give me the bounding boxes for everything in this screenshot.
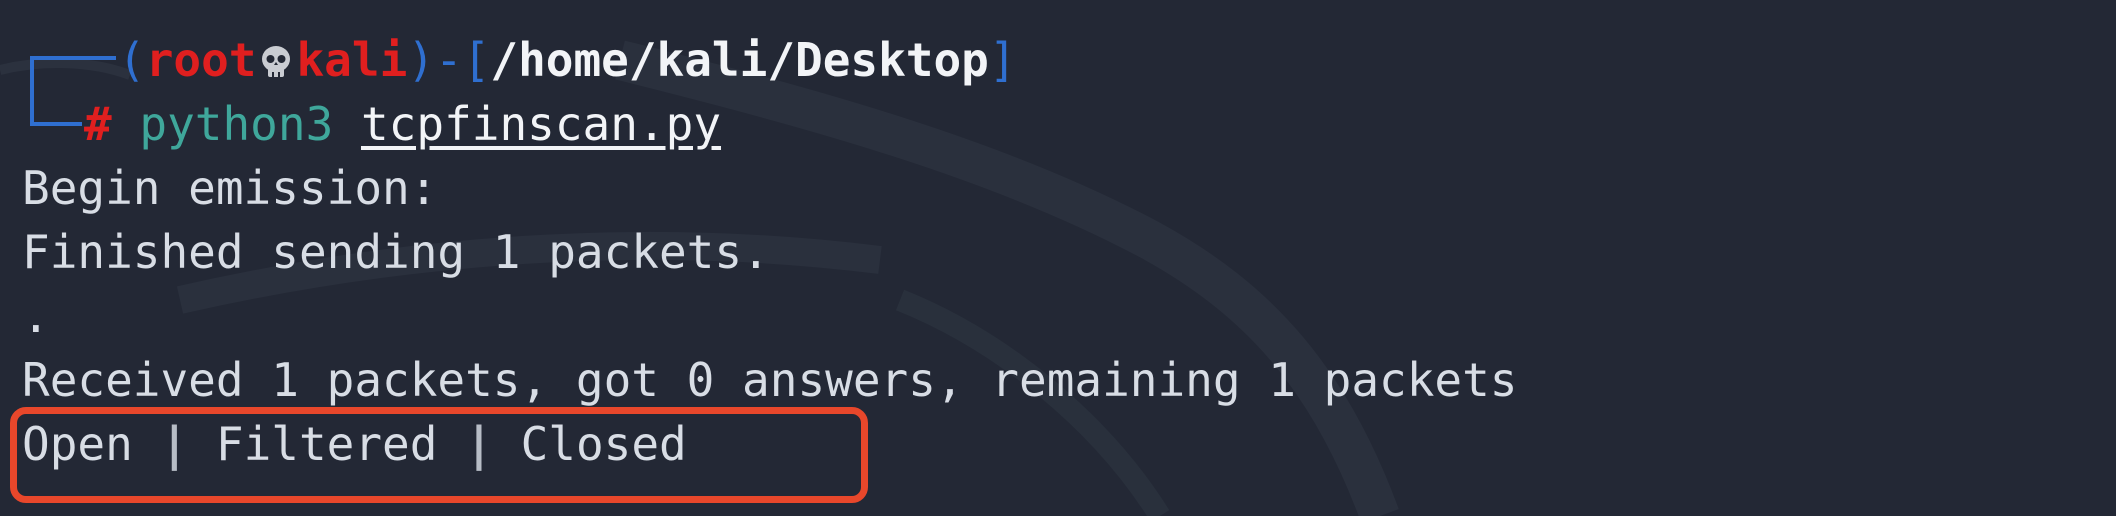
prompt-open-paren: ( (118, 33, 146, 87)
prompt-hash: # (84, 97, 112, 151)
prompt-open-bracket: [ (462, 33, 491, 87)
output-line-begin: Begin emission: (22, 161, 438, 215)
terminal-window[interactable]: (root kali)-[/home/kali/Desktop] # python… (0, 0, 2116, 516)
prompt-frame-left (30, 56, 34, 126)
prompt-close-paren: ) (407, 33, 435, 87)
prompt-command-line: # python3 tcpfinscan.py (84, 92, 721, 156)
prompt-path: /home/kali/Desktop (490, 33, 989, 87)
prompt-frame-top (30, 56, 116, 60)
prompt-host: kali (296, 33, 408, 87)
prompt-close-bracket: ] (988, 33, 1017, 87)
prompt-user: root (145, 33, 257, 87)
output-line-dot: . (22, 289, 50, 343)
output-line-finished: Finished sending 1 packets. (22, 225, 770, 279)
prompt-header: (root kali)-[/home/kali/Desktop] (118, 28, 1017, 92)
output-line-received: Received 1 packets, got 0 answers, remai… (22, 353, 1518, 407)
skull-icon (262, 46, 291, 77)
prompt-dash: - (434, 33, 463, 87)
result-highlight-box (10, 407, 868, 503)
command-name: python3 (139, 97, 334, 151)
command-argument[interactable]: tcpfinscan.py (361, 97, 721, 151)
prompt-frame-bottom (30, 122, 82, 126)
